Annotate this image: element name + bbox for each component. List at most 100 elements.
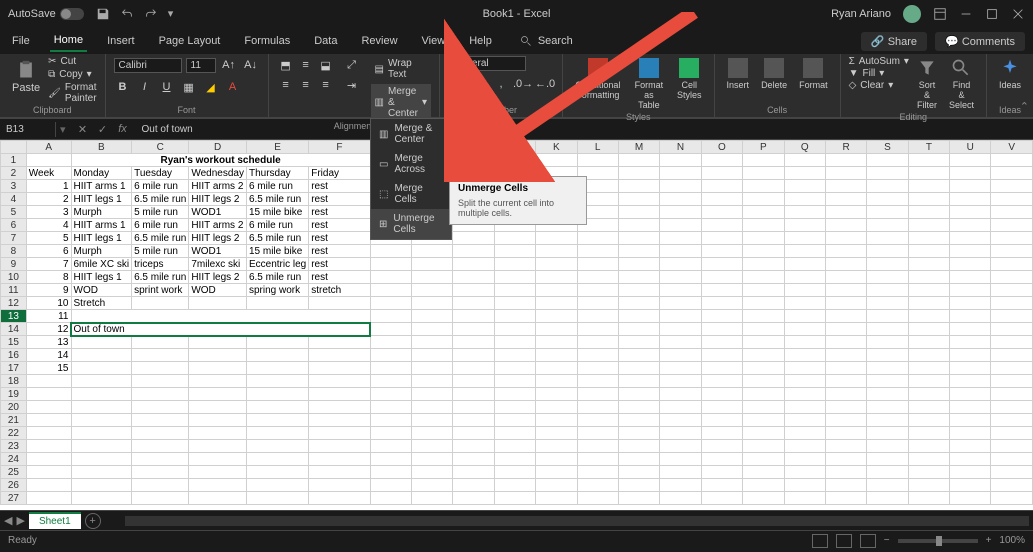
wrap-text-button[interactable]: ▤ Wrap Text [371,56,432,82]
row-header[interactable]: 13 [1,310,27,323]
fx-icon[interactable]: fx [114,120,132,138]
row-header[interactable]: 6 [1,219,27,232]
tab-review[interactable]: Review [357,31,401,51]
save-icon[interactable] [96,7,110,21]
align-bottom-icon[interactable]: ⬓ [317,56,335,74]
row-header[interactable]: 20 [1,401,27,414]
increase-font-icon[interactable]: A↑ [220,56,238,74]
font-size-combo[interactable]: 11 [186,58,216,73]
row-header[interactable]: 27 [1,492,27,505]
decrease-font-icon[interactable]: A↓ [242,56,260,74]
qat-more-icon[interactable]: ▾ [168,7,182,21]
number-format-combo[interactable]: General [448,56,526,71]
page-break-view-icon[interactable] [860,534,876,548]
zoom-out-icon[interactable]: − [884,535,890,546]
column-header[interactable]: M [618,141,659,154]
underline-icon[interactable]: U [158,78,176,96]
row-header[interactable]: 10 [1,271,27,284]
undo-icon[interactable] [120,7,134,21]
tab-file[interactable]: File [8,31,34,51]
cancel-formula-icon[interactable]: ✕ [74,120,92,138]
row-header[interactable]: 4 [1,193,27,206]
column-header[interactable]: S [867,141,908,154]
align-top-icon[interactable]: ⬒ [277,56,295,74]
search-box[interactable]: Search [520,35,573,47]
select-all-corner[interactable] [1,141,27,154]
ideas-button[interactable]: Ideas [995,56,1025,92]
orientation-icon[interactable]: ⤢ [343,56,361,74]
tab-page-layout[interactable]: Page Layout [155,31,225,51]
tab-home[interactable]: Home [50,30,87,52]
unmerge-cells-item[interactable]: ⊞ Unmerge Cells [371,209,451,239]
row-header[interactable]: 19 [1,388,27,401]
column-header[interactable]: T [908,141,949,154]
copy-button[interactable]: ⧉ Copy ▾ [48,69,96,80]
delete-cells-button[interactable]: Delete [757,56,791,92]
minimize-icon[interactable] [959,7,973,21]
row-header[interactable]: 1 [1,154,27,167]
paste-button[interactable]: Paste [8,56,44,96]
user-name[interactable]: Ryan Ariano [831,8,891,20]
row-header[interactable]: 9 [1,258,27,271]
tab-insert[interactable]: Insert [103,31,139,51]
bold-icon[interactable]: B [114,78,132,96]
row-header[interactable]: 8 [1,245,27,258]
row-header[interactable]: 22 [1,427,27,440]
zoom-in-icon[interactable]: + [986,535,992,546]
fill-color-icon[interactable]: ◢ [202,78,220,96]
autosave-toggle[interactable] [60,8,84,20]
merge-center-button[interactable]: ▥ Merge & Center ▾ [371,84,432,121]
user-avatar[interactable] [903,5,921,23]
column-header[interactable]: L [577,141,618,154]
name-box[interactable]: B13 [0,122,56,137]
close-icon[interactable] [1011,7,1025,21]
row-header[interactable]: 11 [1,284,27,297]
row-header[interactable]: 2 [1,167,27,180]
column-header[interactable]: I [453,141,494,154]
row-header[interactable]: 21 [1,414,27,427]
sheet-nav-next-icon[interactable]: ▶ [16,514,24,527]
ribbon-mode-icon[interactable] [933,7,947,21]
comments-button[interactable]: 💬 Comments [935,32,1025,51]
font-color-icon[interactable]: A [224,78,242,96]
borders-icon[interactable]: ▦ [180,78,198,96]
row-header[interactable]: 12 [1,297,27,310]
percent-icon[interactable]: % [470,75,488,93]
autosum-button[interactable]: Σ AutoSum ▾ [849,56,909,67]
italic-icon[interactable]: I [136,78,154,96]
row-header[interactable]: 7 [1,232,27,245]
align-middle-icon[interactable]: ≡ [297,56,315,74]
row-header[interactable]: 3 [1,180,27,193]
column-header[interactable]: D [189,141,247,154]
tab-formulas[interactable]: Formulas [240,31,294,51]
format-painter-button[interactable]: 🖌 Format Painter [48,82,96,104]
column-header[interactable]: V [991,141,1033,154]
find-select-button[interactable]: Find & Select [945,56,978,112]
sheet-nav-prev-icon[interactable]: ◀ [4,514,12,527]
decrease-decimal-icon[interactable]: ←.0 [536,75,554,93]
column-header[interactable]: A [26,141,71,154]
normal-view-icon[interactable] [812,534,828,548]
format-cells-button[interactable]: Format [795,56,832,92]
page-layout-view-icon[interactable] [836,534,852,548]
add-sheet-button[interactable]: + [85,513,101,529]
row-header[interactable]: 5 [1,206,27,219]
column-header[interactable]: E [246,141,308,154]
sort-filter-button[interactable]: Sort & Filter [913,56,941,112]
row-header[interactable]: 24 [1,453,27,466]
column-header[interactable]: J [494,141,535,154]
increase-decimal-icon[interactable]: .0→ [514,75,532,93]
format-as-table-button[interactable]: Format as Table [629,56,669,112]
insert-cells-button[interactable]: Insert [723,56,754,92]
redo-icon[interactable] [144,7,158,21]
tab-data[interactable]: Data [310,31,341,51]
indent-icon[interactable]: ⇥ [343,76,361,94]
enter-formula-icon[interactable]: ✓ [94,120,112,138]
clear-button[interactable]: ◇ Clear ▾ [849,80,909,91]
currency-icon[interactable]: $ [448,75,466,93]
column-header[interactable]: P [743,141,784,154]
row-header[interactable]: 14 [1,323,27,336]
share-button[interactable]: 🔗 Share [861,32,927,51]
horizontal-scrollbar[interactable] [125,516,1029,526]
row-header[interactable]: 25 [1,466,27,479]
